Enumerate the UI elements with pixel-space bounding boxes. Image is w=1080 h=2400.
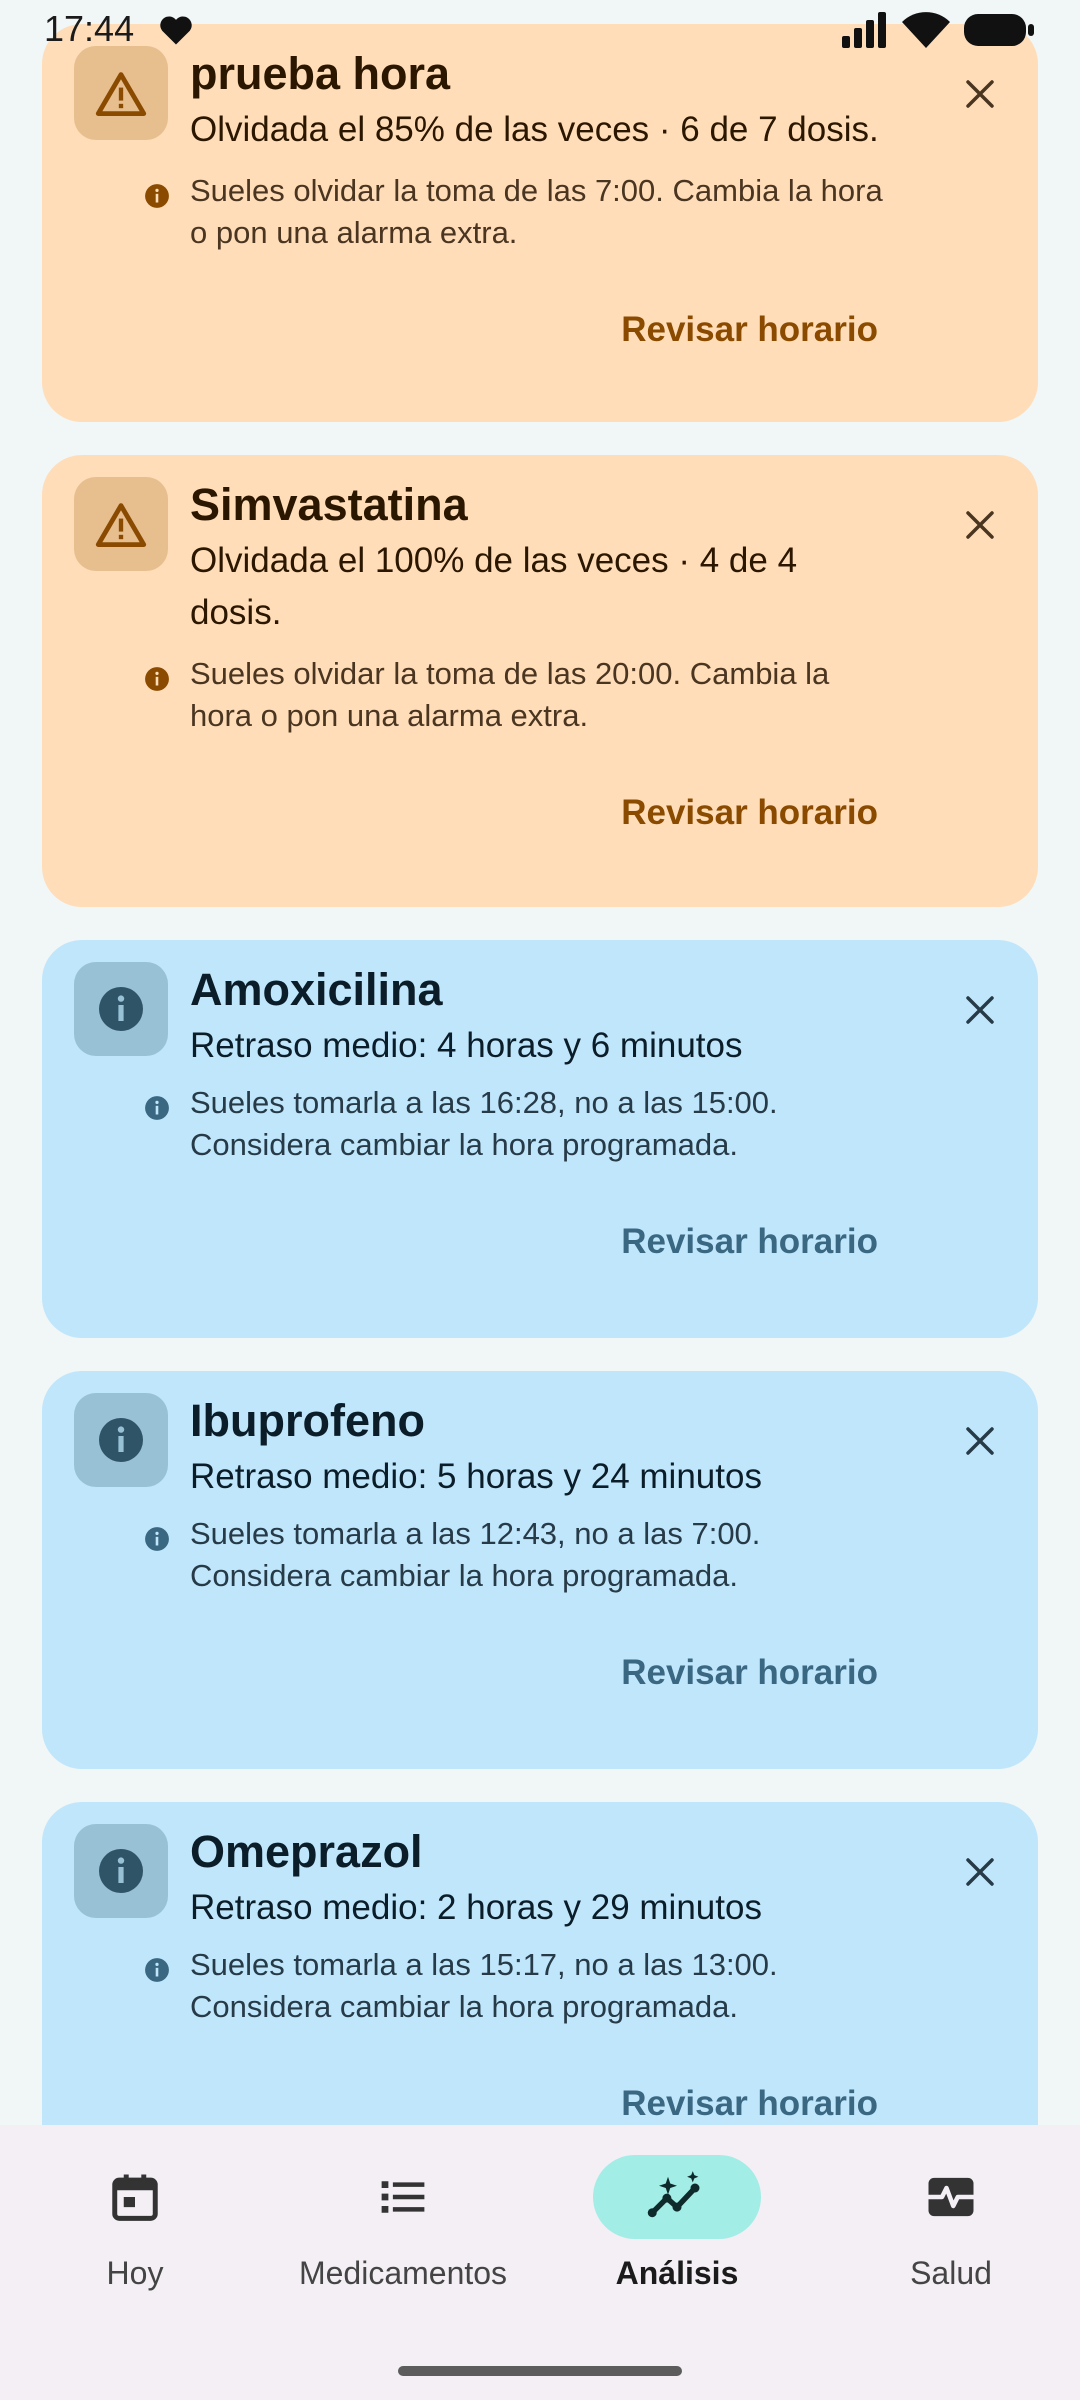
- card-subtitle: Retraso medio: 4 horas y 6 minutos: [190, 1026, 743, 1065]
- card-note-text: Sueles olvidar la toma de las 7:00. Camb…: [190, 173, 883, 250]
- review-schedule-button[interactable]: Revisar horario: [621, 2078, 878, 2125]
- nav-label: Salud: [910, 2255, 992, 2291]
- info-card: Amoxicilina Retraso medio: 4 horas y 6 m…: [42, 940, 1038, 1338]
- close-icon[interactable]: [952, 1844, 1008, 1900]
- card-subtitle: Olvidada el 85% de las veces · 6 de 7 do…: [190, 110, 879, 149]
- close-icon[interactable]: [952, 497, 1008, 553]
- info-icon: [74, 1393, 168, 1487]
- card-note: Sueles olvidar la toma de las 20:00. Cam…: [145, 653, 890, 737]
- warning-icon: [74, 477, 168, 571]
- review-schedule-button[interactable]: Revisar horario: [621, 304, 878, 356]
- nav-item-analisis[interactable]: Análisis: [542, 2125, 812, 2345]
- close-icon[interactable]: [952, 1413, 1008, 1469]
- signal-icon: [840, 12, 888, 53]
- card-note: Sueles tomarla a las 12:43, no a las 7:0…: [145, 1513, 890, 1597]
- info-card: Ibuprofeno Retraso medio: 5 horas y 24 m…: [42, 1371, 1038, 1769]
- card-note-text: Sueles tomarla a las 15:17, no a las 13:…: [190, 1947, 778, 2024]
- nav-item-salud[interactable]: Salud: [816, 2125, 1080, 2345]
- card-note: Sueles tomarla a las 15:17, no a las 13:…: [145, 1944, 890, 2028]
- status-bar: 17:44: [0, 0, 1080, 60]
- card-note: Sueles tomarla a las 16:28, no a las 15:…: [145, 1082, 890, 1166]
- card-subtitle: Olvidada el 100% de las veces · 4 de 4 d…: [190, 541, 798, 632]
- insights-list[interactable]: prueba hora Olvidada el 85% de las veces…: [0, 0, 1080, 2125]
- card-title: Simvastatina: [190, 479, 468, 530]
- nav-label: Análisis: [615, 2255, 739, 2291]
- status-time: 17:44: [44, 8, 135, 49]
- battery-icon: [964, 12, 1036, 53]
- card-note-text: Sueles tomarla a las 16:28, no a las 15:…: [190, 1085, 778, 1162]
- wifi-icon: [902, 12, 950, 53]
- close-icon[interactable]: [952, 982, 1008, 1038]
- card-title: Ibuprofeno: [190, 1395, 425, 1446]
- nav-item-hoy[interactable]: Hoy: [0, 2125, 270, 2345]
- card-subtitle: Retraso medio: 2 horas y 29 minutos: [190, 1888, 762, 1927]
- calendar-icon: [51, 2155, 219, 2239]
- home-indicator[interactable]: [398, 2366, 682, 2376]
- warning-icon: [74, 46, 168, 140]
- nav-label: Medicamentos: [298, 2255, 508, 2291]
- close-icon[interactable]: [952, 66, 1008, 122]
- card-subtitle: Retraso medio: 5 horas y 24 minutos: [190, 1457, 762, 1496]
- info-small-icon: [144, 178, 170, 220]
- info-small-icon: [144, 661, 170, 703]
- nav-item-medicamentos[interactable]: Medicamentos: [268, 2125, 538, 2345]
- card-title: Amoxicilina: [190, 964, 443, 1015]
- review-schedule-button[interactable]: Revisar horario: [621, 1216, 878, 1268]
- monitor-heart-icon: [867, 2155, 1035, 2239]
- bottom-navigation: Hoy Medicamentos Análisis Salud: [0, 2125, 1080, 2400]
- card-note-text: Sueles tomarla a las 12:43, no a las 7:0…: [190, 1516, 761, 1593]
- info-icon: [74, 962, 168, 1056]
- nav-label: Hoy: [106, 2255, 164, 2291]
- insights-icon: [593, 2155, 761, 2239]
- info-card: Omeprazol Retraso medio: 2 horas y 29 mi…: [42, 1802, 1038, 2125]
- card-title: Omeprazol: [190, 1826, 423, 1877]
- alert-card: Simvastatina Olvidada el 100% de las vec…: [42, 455, 1038, 907]
- status-icons: [840, 12, 1036, 53]
- review-schedule-button[interactable]: Revisar horario: [621, 1647, 878, 1699]
- info-small-icon: [144, 1090, 170, 1132]
- info-icon: [74, 1824, 168, 1918]
- heart-icon: [158, 14, 194, 51]
- review-schedule-button[interactable]: Revisar horario: [621, 787, 878, 839]
- info-small-icon: [144, 1952, 170, 1994]
- info-small-icon: [144, 1521, 170, 1563]
- list-icon: [319, 2155, 487, 2239]
- card-note: Sueles olvidar la toma de las 7:00. Camb…: [145, 170, 890, 254]
- card-note-text: Sueles olvidar la toma de las 20:00. Cam…: [190, 656, 830, 733]
- alert-card: prueba hora Olvidada el 85% de las veces…: [42, 24, 1038, 422]
